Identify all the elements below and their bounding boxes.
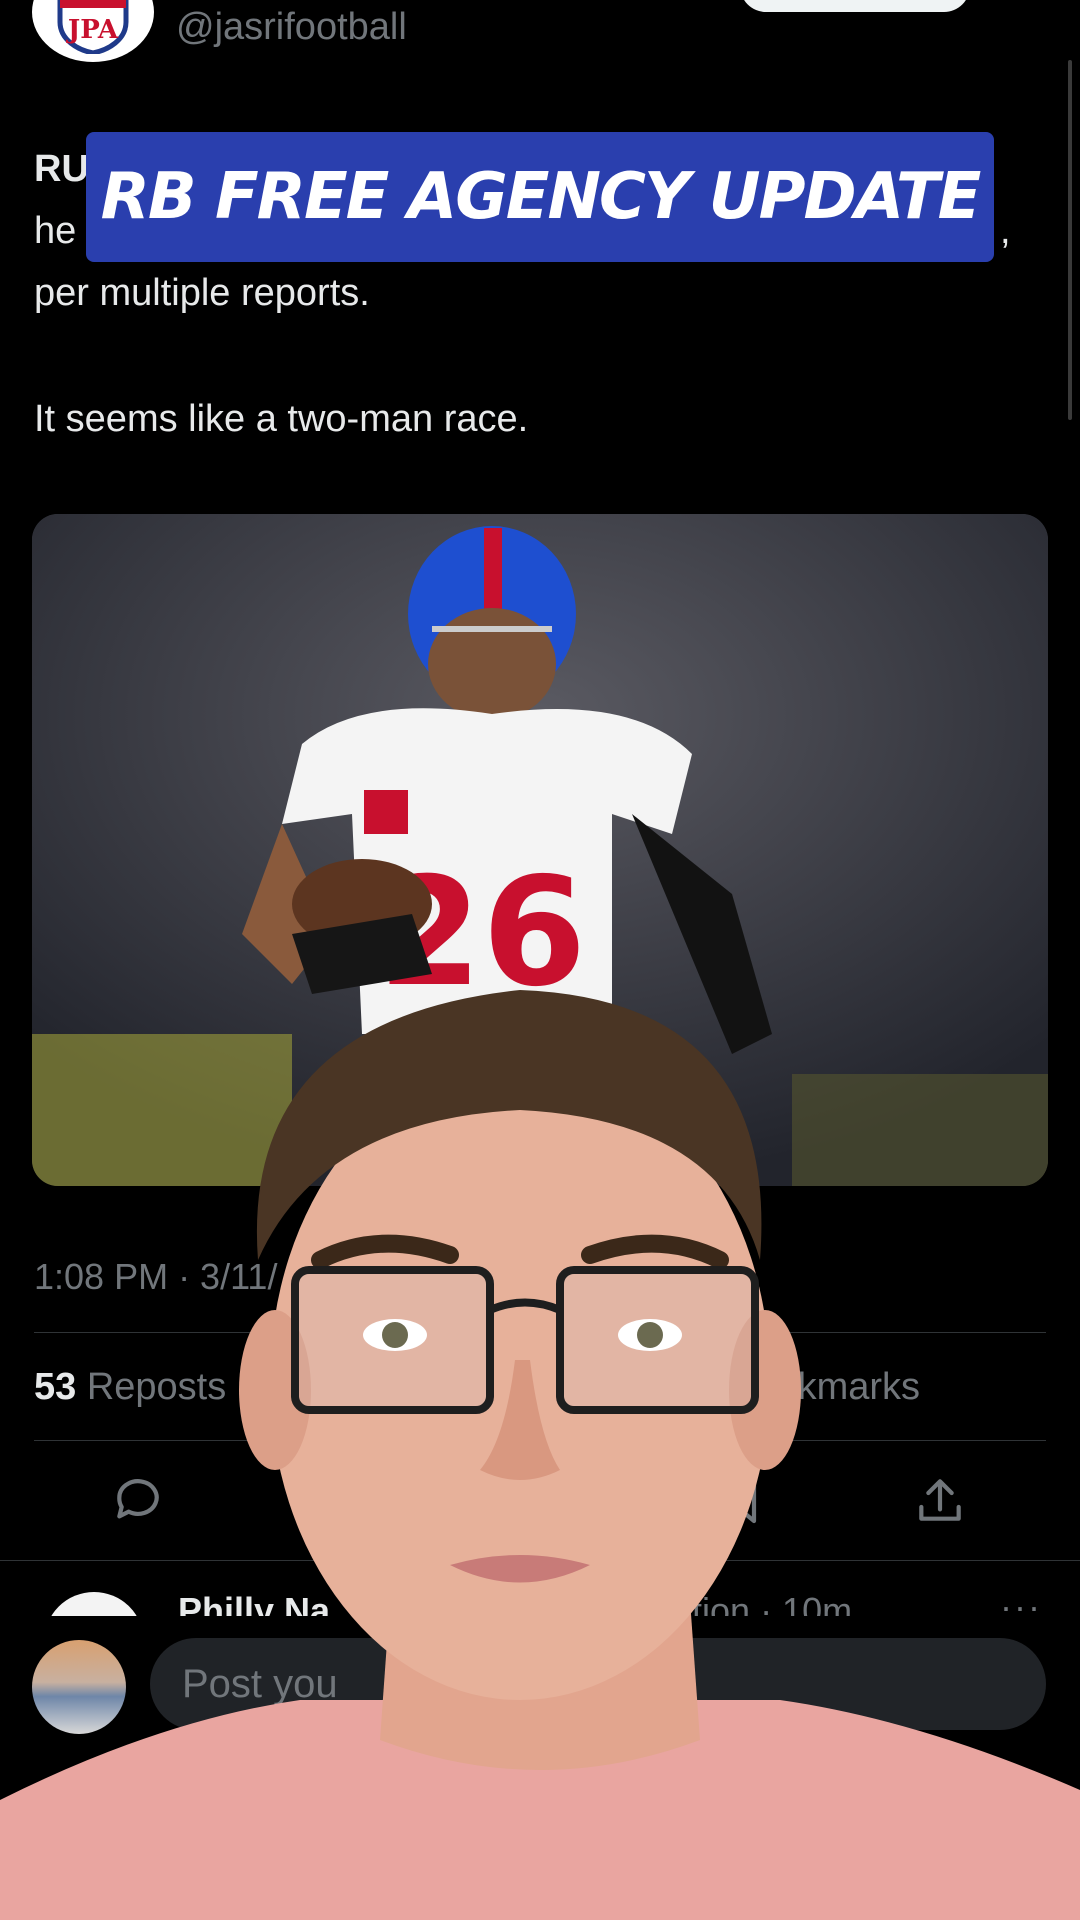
user-avatar[interactable]: [32, 1640, 126, 1734]
divider: [34, 1440, 1046, 1441]
home-icon[interactable]: [76, 1792, 136, 1852]
jpa-shield-logo: JPA: [57, 0, 129, 54]
follow-button[interactable]: [740, 0, 970, 12]
scrollbar[interactable]: [1068, 60, 1072, 420]
tweet-timestamp[interactable]: 1:08 PM · 3/11/: [34, 1256, 277, 1298]
tweet-media-image[interactable]: 26: [32, 514, 1048, 1186]
tweet-text-line: per multiple reports.: [34, 272, 370, 314]
mail-icon[interactable]: [944, 1796, 1004, 1856]
tweet-text-line: It seems like a two-man race.: [34, 398, 529, 440]
reply-icon[interactable]: [110, 1472, 166, 1528]
tweet-text-line: RU: [34, 148, 89, 190]
reposts-count: 53: [34, 1366, 77, 1408]
banner-title: RB FREE AGENCY UPDATE: [100, 160, 982, 234]
bookmark-icon[interactable]: [712, 1472, 768, 1528]
bookmarks-stat[interactable]: Bookmarks: [730, 1366, 920, 1409]
divider: [0, 1560, 1080, 1561]
svg-text:JPA: JPA: [66, 15, 119, 45]
reposts-stat[interactable]: 53 Reposts: [34, 1366, 226, 1409]
tweet-text-line: he: [34, 210, 77, 252]
football-player-photo: 26: [32, 514, 1048, 1186]
tweet-views: s: [716, 1256, 734, 1297]
video-title-banner: RB FREE AGENCY UPDATE: [86, 132, 994, 262]
reply-input[interactable]: [150, 1638, 1046, 1730]
account-handle[interactable]: @jasrifootball: [176, 6, 407, 49]
share-icon[interactable]: [912, 1472, 968, 1528]
divider: [34, 1332, 1046, 1333]
account-avatar[interactable]: JPA: [32, 0, 154, 62]
reposts-label: Reposts: [76, 1366, 227, 1408]
tweet-text-line: ,: [1000, 210, 1011, 252]
